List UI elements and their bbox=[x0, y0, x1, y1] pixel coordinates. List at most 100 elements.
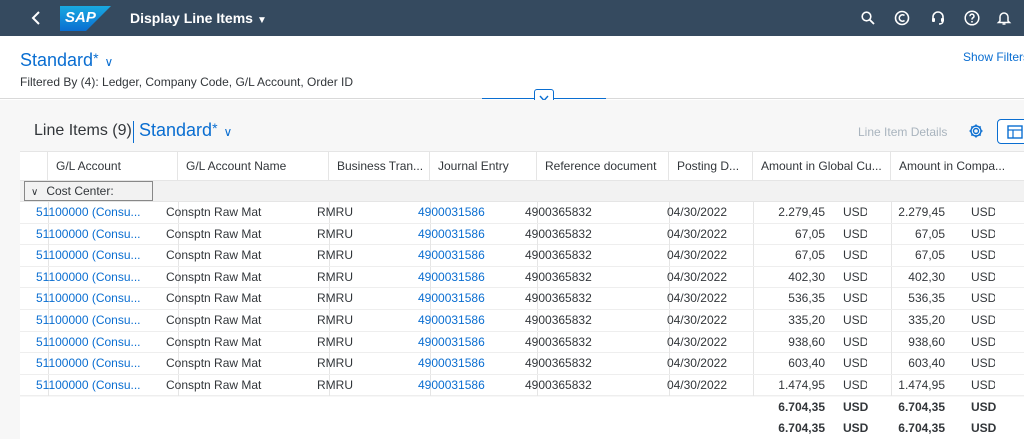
cell-amount-global: 67,05 bbox=[794, 248, 825, 263]
chevron-down-icon: ∨ bbox=[223, 125, 233, 139]
cell-business-transaction: RMRU bbox=[317, 226, 353, 241]
cell-currency-global: USD bbox=[843, 269, 867, 284]
cell-posting-date: 04/30/2022 bbox=[666, 334, 727, 349]
cell-reference-document: 4900365832 bbox=[525, 377, 592, 392]
subtotal-amount-company: 6.704,35 bbox=[898, 400, 945, 414]
cell-amount-global: 335,20 bbox=[788, 313, 825, 327]
cell-reference-document: 4900365832 bbox=[525, 313, 592, 327]
cell-business-transaction: RMRU bbox=[317, 313, 353, 327]
help-icon[interactable] bbox=[962, 8, 982, 28]
cell-currency-global: USD bbox=[843, 377, 867, 392]
cell-gl-account[interactable]: 51100000 (Consu... bbox=[36, 310, 154, 331]
cell-amount-global: 938,60 bbox=[788, 334, 825, 349]
column-header-posting-date[interactable]: Posting D... bbox=[669, 152, 753, 181]
variant-name: Standard bbox=[20, 50, 94, 70]
page-header: Standard* ∨ Filtered By (4): Ledger, Comp… bbox=[0, 36, 1024, 100]
toolbar-separator bbox=[133, 121, 134, 143]
cell-journal-entry[interactable]: 4900031586 bbox=[418, 245, 514, 266]
cell-amount-global: 402,30 bbox=[788, 269, 825, 284]
variant-modified-star: * bbox=[93, 50, 99, 66]
cell-amount-company: 67,05 bbox=[914, 248, 945, 263]
table-row[interactable]: 51100000 (Consu... Consptn Raw Mat RMRU 490… bbox=[20, 266, 1024, 289]
cell-amount-company: 938,60 bbox=[908, 334, 945, 349]
line-item-details-button[interactable]: Line Item Details bbox=[858, 125, 947, 139]
column-header-amount-global[interactable]: Amount in Global Cu... bbox=[753, 152, 891, 181]
cell-gl-account[interactable]: 51100000 (Consu... bbox=[36, 202, 154, 223]
cell-amount-company: 67,05 bbox=[914, 226, 945, 241]
cell-posting-date: 04/30/2022 bbox=[666, 313, 727, 327]
total-currency-company: USD bbox=[971, 421, 997, 435]
cell-gl-account-name: Consptn Raw Mat bbox=[166, 205, 262, 219]
cell-currency-global: USD bbox=[843, 248, 867, 263]
export-spreadsheet-icon bbox=[1007, 125, 1023, 139]
cell-journal-entry[interactable]: 4900031586 bbox=[418, 310, 514, 331]
cell-business-transaction: RMRU bbox=[317, 269, 353, 284]
search-icon[interactable] bbox=[858, 8, 878, 28]
cell-journal-entry[interactable]: 4900031586 bbox=[418, 375, 514, 396]
group-header-row: ∨ Cost Center: bbox=[20, 181, 1024, 202]
sap-logo[interactable]: SAP bbox=[60, 6, 111, 31]
cell-gl-account[interactable]: 51100000 (Consu... bbox=[36, 288, 154, 309]
subtotal-currency-global: USD bbox=[843, 400, 869, 414]
total-amount-global: 6.704,35 bbox=[778, 421, 825, 435]
table-variant-management[interactable]: Standard* ∨ bbox=[139, 120, 232, 141]
table-row[interactable]: 51100000 (Consu... Consptn Raw Mat RMRU 490… bbox=[20, 202, 1024, 224]
cell-posting-date: 04/30/2022 bbox=[666, 291, 727, 306]
filtered-by-text: Filtered By (4): Ledger, Company Code, G… bbox=[20, 75, 354, 89]
cell-journal-entry[interactable]: 4900031586 bbox=[418, 288, 514, 309]
copilot-icon[interactable] bbox=[892, 8, 912, 28]
column-header-gl-account[interactable]: G/L Account bbox=[48, 152, 178, 181]
group-toggle-cost-center[interactable]: ∨ Cost Center: bbox=[24, 181, 153, 201]
show-filters-link[interactable]: Show Filters bbox=[963, 50, 1024, 64]
table-row[interactable]: 51100000 (Consu... Consptn Raw Mat RMRU 490… bbox=[20, 353, 1024, 375]
cell-gl-account[interactable]: 51100000 (Consu... bbox=[36, 375, 154, 396]
cell-amount-global: 67,05 bbox=[794, 226, 825, 241]
column-header-amount-company[interactable]: Amount in Compa... bbox=[891, 152, 1024, 181]
cell-amount-company: 2.279,45 bbox=[898, 205, 945, 219]
back-button[interactable] bbox=[24, 0, 48, 36]
help-headset-icon[interactable] bbox=[928, 8, 948, 28]
table-row[interactable]: 51100000 (Consu... Consptn Raw Mat RMRU 490… bbox=[20, 331, 1024, 354]
cell-journal-entry[interactable]: 4900031586 bbox=[418, 267, 514, 288]
variant-management[interactable]: Standard* ∨ bbox=[20, 50, 113, 71]
table-row[interactable]: 51100000 (Consu... Consptn Raw Mat RMRU 490… bbox=[20, 288, 1024, 310]
cell-journal-entry[interactable]: 4900031586 bbox=[418, 202, 514, 223]
table-row[interactable]: 51100000 (Consu... Consptn Raw Mat RMRU 490… bbox=[20, 245, 1024, 267]
cell-currency-global: USD bbox=[843, 226, 867, 241]
table-variant-modified-star: * bbox=[212, 120, 218, 136]
cell-journal-entry[interactable]: 4900031586 bbox=[418, 353, 514, 374]
column-header-business-transaction[interactable]: Business Tran... bbox=[329, 152, 430, 181]
table-row[interactable]: 51100000 (Consu... Consptn Raw Mat RMRU 490… bbox=[20, 310, 1024, 332]
cell-currency-global: USD bbox=[843, 205, 867, 219]
cell-posting-date: 04/30/2022 bbox=[666, 377, 727, 392]
cell-gl-account[interactable]: 51100000 (Consu... bbox=[36, 245, 154, 266]
cell-journal-entry[interactable]: 4900031586 bbox=[418, 224, 514, 245]
row-selector-header bbox=[20, 152, 48, 181]
cell-gl-account[interactable]: 51100000 (Consu... bbox=[36, 353, 154, 374]
column-header-journal-entry[interactable]: Journal Entry bbox=[430, 152, 537, 181]
total-row: 6.704,35 USD 6.704,35 USD bbox=[20, 418, 1024, 439]
cell-gl-account[interactable]: 51100000 (Consu... bbox=[36, 332, 154, 353]
cell-reference-document: 4900365832 bbox=[525, 226, 592, 241]
subtotal-amount-global: 6.704,35 bbox=[778, 400, 825, 414]
cell-amount-company: 603,40 bbox=[908, 356, 945, 371]
cell-gl-account[interactable]: 51100000 (Consu... bbox=[36, 267, 154, 288]
cell-amount-global: 1.474,95 bbox=[778, 377, 825, 392]
cell-journal-entry[interactable]: 4900031586 bbox=[418, 332, 514, 353]
column-header-gl-account-name[interactable]: G/L Account Name bbox=[178, 152, 329, 181]
total-currency-global: USD bbox=[843, 421, 869, 435]
app-title-menu[interactable]: Display Line Items ▼ bbox=[130, 0, 267, 36]
table-row[interactable]: 51100000 (Consu... Consptn Raw Mat RMRU 490… bbox=[20, 374, 1024, 397]
cell-gl-account-name: Consptn Raw Mat bbox=[166, 269, 262, 284]
column-header-reference-document[interactable]: Reference document bbox=[537, 152, 669, 181]
group-label: Cost Center: bbox=[46, 184, 114, 198]
cell-currency-company: USD bbox=[971, 291, 995, 306]
sap-logo-text: SAP bbox=[65, 9, 96, 26]
table-row[interactable]: 51100000 (Consu... Consptn Raw Mat RMRU 490… bbox=[20, 223, 1024, 246]
notification-icon[interactable] bbox=[994, 8, 1014, 28]
cell-currency-company: USD bbox=[971, 205, 995, 219]
cell-gl-account[interactable]: 51100000 (Consu... bbox=[36, 224, 154, 245]
settings-gear-icon[interactable] bbox=[968, 123, 986, 141]
cell-currency-company: USD bbox=[971, 334, 995, 349]
export-button[interactable] bbox=[997, 119, 1024, 144]
